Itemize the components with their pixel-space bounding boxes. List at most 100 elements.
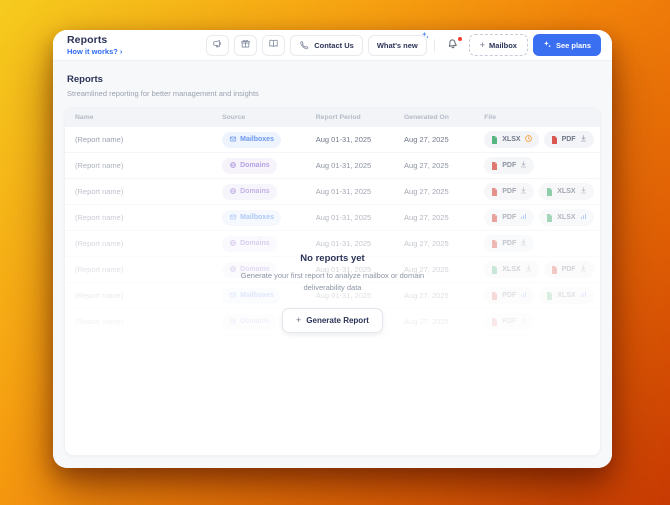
header-divider — [433, 38, 435, 52]
file-label: XLSX — [502, 266, 521, 273]
source-label: Mailboxes — [240, 292, 274, 299]
report-name-cell: (Report name) — [75, 213, 124, 222]
file-badge-xlsx[interactable]: XLSX — [484, 131, 539, 148]
file-badge-xlsx[interactable]: XLSX — [539, 183, 594, 200]
column-header-name: Name — [75, 114, 94, 121]
report-name-cell: (Report name) — [75, 239, 124, 248]
download-icon[interactable] — [579, 134, 588, 145]
source-badge: Domains — [222, 235, 277, 252]
whats-new-sparkle-icon — [421, 31, 430, 40]
files-cell: PDF XLSX — [474, 183, 600, 200]
table-row[interactable]: (Report name) Mailboxes Aug 01-31, 2025 … — [65, 127, 600, 153]
file-badge-pdf[interactable]: PDF — [484, 209, 535, 226]
source-cell: Mailboxes — [212, 287, 306, 304]
table-row[interactable]: (Report name) Mailboxes Aug 01-31, 2025 … — [65, 205, 600, 231]
report-name-cell: (Report name) — [75, 161, 124, 170]
report-period-cell: Aug 01-31, 2025 — [315, 291, 372, 300]
source-badge: Domains — [222, 313, 277, 330]
files-cell: PDF XLSX — [474, 209, 600, 226]
report-name-cell: (Report name) — [75, 135, 124, 144]
generated-on-cell: Aug 27, 2025 — [404, 291, 449, 300]
top-bar: Reports How it works? › Contact Us What'… — [53, 30, 612, 61]
file-label: PDF — [502, 240, 517, 247]
section-title: Reports — [67, 74, 103, 85]
file-badge-xlsx[interactable]: XLSX — [484, 261, 539, 278]
docs-button[interactable] — [262, 34, 286, 56]
plus-icon: + — [479, 39, 486, 50]
loading-icon — [579, 290, 588, 301]
reports-table-card: Name Source Report Period Generated On F… — [64, 107, 601, 456]
pending-icon — [524, 134, 533, 145]
plus-icon: + — [296, 314, 302, 325]
report-name-cell: (Report name) — [75, 265, 124, 274]
phone-icon — [300, 40, 309, 49]
see-plans-button[interactable]: See plans — [532, 34, 601, 56]
file-label: XLSX — [557, 188, 576, 195]
file-badge-pdf[interactable]: PDF — [484, 313, 535, 330]
report-period-cell: Aug 01-31, 2025 — [315, 187, 372, 196]
table-row[interactable]: (Report name) Domains Aug 01-31, 2025 Au… — [65, 257, 600, 283]
file-badge-pdf[interactable]: PDF — [484, 287, 535, 304]
loading-icon — [519, 290, 528, 301]
file-badge-pdf[interactable]: PDF — [543, 131, 594, 148]
column-header-generated-on: Generated On — [404, 114, 449, 121]
whats-new-button[interactable]: What's new — [367, 31, 429, 56]
how-it-works-label: How it works? — [67, 47, 118, 56]
files-cell: PDF — [474, 313, 600, 330]
generate-report-button[interactable]: + Generate Report — [282, 307, 383, 333]
source-cell: Domains — [212, 183, 306, 200]
table-row[interactable]: (Report name) Domains Aug 01-31, 2025 Au… — [65, 231, 600, 257]
file-badge-pdf[interactable]: PDF — [484, 235, 535, 252]
source-label: Mailboxes — [240, 214, 274, 221]
generated-on-cell: Aug 27, 2025 — [404, 135, 449, 144]
table-row[interactable]: (Report name) Domains Aug 01-31, 2025 Au… — [65, 179, 600, 205]
source-badge: Mailboxes — [222, 287, 281, 304]
file-label: PDF — [502, 214, 517, 221]
table-row[interactable]: (Report name) Mailboxes Aug 01-31, 2025 … — [65, 283, 600, 309]
contact-us-label: Contact Us — [314, 40, 354, 50]
table-header-row: Name Source Report Period Generated On F… — [65, 108, 600, 127]
source-cell: Mailboxes — [212, 209, 306, 226]
file-badge-xlsx[interactable]: XLSX — [539, 209, 594, 226]
chevron-right-icon: › — [119, 47, 123, 56]
report-period-cell: Aug 01-31, 2025 — [315, 135, 372, 144]
download-icon[interactable] — [579, 264, 588, 275]
source-label: Domains — [240, 188, 270, 195]
column-header-report-period: Report Period — [315, 114, 361, 121]
file-badge-pdf[interactable]: PDF — [484, 183, 535, 200]
source-label: Domains — [240, 266, 270, 273]
download-icon[interactable] — [519, 160, 528, 171]
download-icon[interactable] — [519, 186, 528, 197]
column-header-source: Source — [222, 114, 246, 121]
source-badge: Domains — [222, 261, 277, 278]
file-label: PDF — [561, 136, 576, 143]
rewards-button[interactable] — [234, 34, 258, 56]
download-icon[interactable] — [524, 264, 533, 275]
file-label: XLSX — [557, 214, 576, 221]
report-name-cell: (Report name) — [75, 317, 124, 326]
file-label: PDF — [561, 266, 576, 273]
file-badge-xlsx[interactable]: XLSX — [539, 287, 594, 304]
app-window: Reports How it works? › Contact Us What'… — [53, 30, 612, 468]
announcements-button[interactable] — [206, 34, 230, 56]
sparkle-icon — [543, 40, 552, 51]
how-it-works-link[interactable]: How it works? › — [67, 47, 122, 56]
source-label: Domains — [240, 240, 270, 247]
file-badge-pdf[interactable]: PDF — [484, 157, 535, 174]
file-label: XLSX — [502, 136, 521, 143]
file-badge-pdf[interactable]: PDF — [543, 261, 594, 278]
add-mailbox-button[interactable]: + Mailbox — [468, 34, 528, 56]
whats-new-label: What's new — [376, 40, 418, 50]
top-bar-actions: Contact Us What's new + Mailbox See plan… — [206, 31, 601, 56]
download-icon[interactable] — [519, 238, 528, 249]
files-cell: PDF XLSX — [474, 287, 600, 304]
contact-us-button[interactable]: Contact Us — [290, 34, 363, 56]
download-icon[interactable] — [579, 186, 588, 197]
notifications-button[interactable] — [442, 35, 464, 56]
table-row[interactable]: (Report name) Domains Aug 01-31, 2025 Au… — [65, 153, 600, 179]
generate-report-label: Generate Report — [306, 315, 369, 325]
files-cell: XLSX PDF — [474, 261, 600, 278]
source-cell: Mailboxes — [212, 131, 306, 148]
content-area: Reports Streamlined reporting for better… — [53, 61, 612, 468]
download-icon[interactable] — [519, 316, 528, 327]
